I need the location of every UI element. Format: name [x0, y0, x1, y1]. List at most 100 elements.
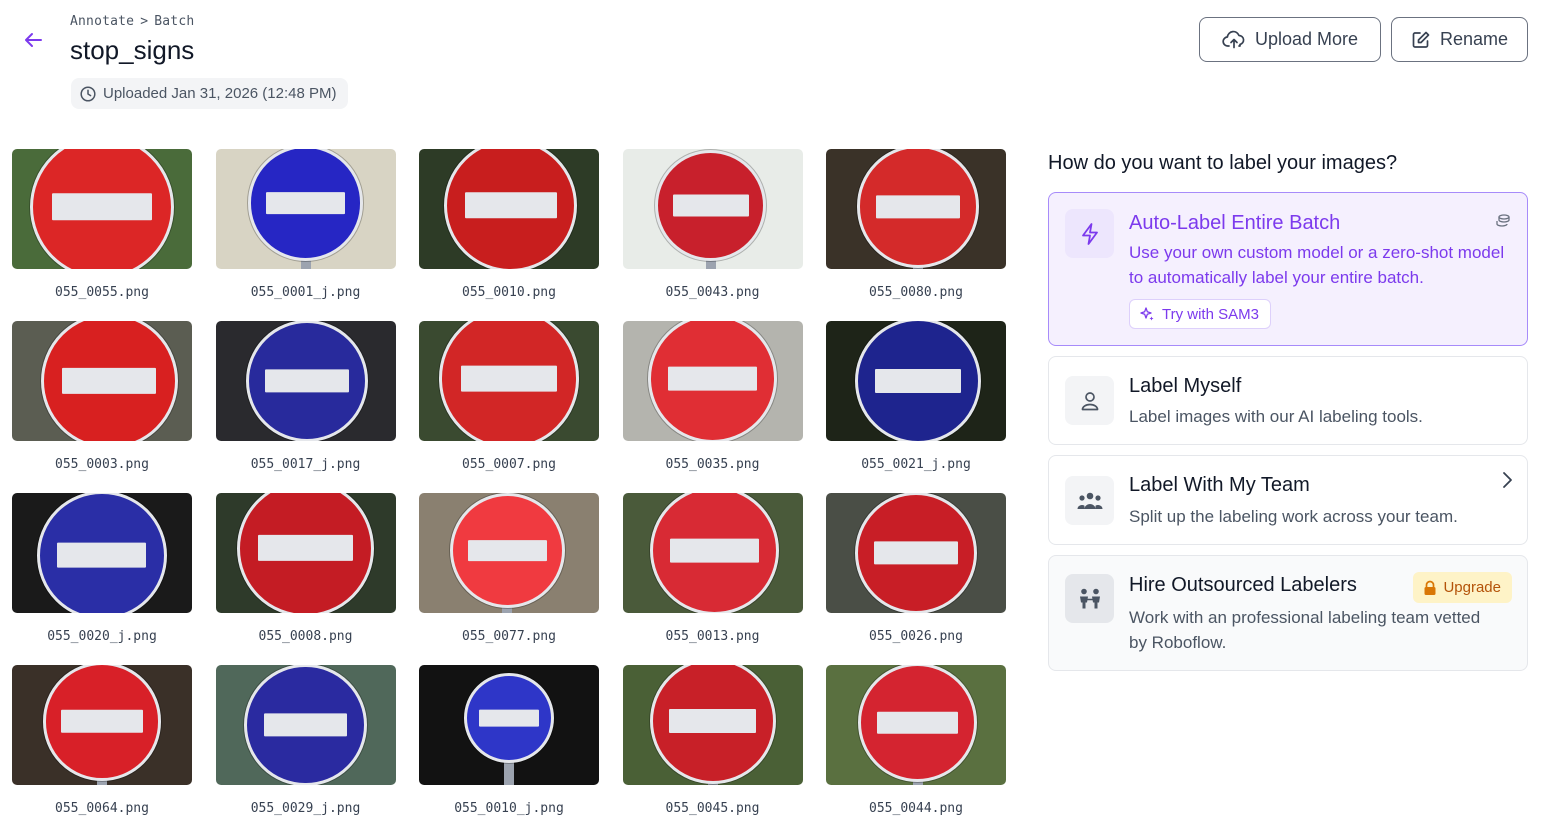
rename-button[interactable]: Rename	[1391, 17, 1528, 62]
label-myself-card[interactable]: Label Myself Label images with our AI la…	[1048, 356, 1528, 445]
labeling-question: How do you want to label your images?	[1048, 152, 1398, 174]
sign-bar	[875, 194, 960, 219]
label-myself-icon-box	[1065, 376, 1114, 425]
image-thumbnail	[215, 321, 396, 441]
sign-disc	[647, 321, 778, 441]
image-thumbnail	[12, 665, 192, 785]
back-button[interactable]	[20, 28, 46, 52]
image-filename: 055_0043.png	[665, 285, 760, 300]
credits-icon	[1496, 214, 1510, 227]
clock-icon	[80, 85, 96, 102]
image-filename: 055_0055.png	[55, 285, 149, 300]
try-sam3-button[interactable]: Try with SAM3	[1129, 299, 1271, 329]
image-thumbnail	[826, 321, 1006, 441]
image-thumbnail	[419, 493, 599, 613]
sign-bar	[874, 541, 958, 565]
image-tile[interactable]: 055_0045.png	[622, 665, 803, 816]
image-tile[interactable]: 055_0017_j.png	[215, 321, 396, 472]
image-tile[interactable]: 055_0001_j.png	[215, 149, 396, 300]
auto-label-description: Use your own custom model or a zero-shot…	[1129, 243, 1505, 287]
image-thumbnail	[12, 149, 192, 269]
breadcrumb: Annotate > Batch	[70, 14, 194, 29]
cloud-upload-icon	[1222, 30, 1245, 48]
sign-bar	[460, 365, 558, 393]
sign-bar	[258, 535, 353, 562]
sign-disc	[854, 493, 978, 613]
breadcrumb-annotate[interactable]: Annotate	[70, 14, 134, 29]
image-tile[interactable]: 055_0035.png	[622, 321, 803, 472]
edit-icon	[1412, 31, 1430, 48]
image-thumbnail	[826, 149, 1006, 269]
image-filename: 055_0021_j.png	[861, 457, 971, 472]
sign-disc	[649, 493, 780, 613]
image-grid: 055_0055.png 055_0001_j.png 055_0010.png…	[12, 149, 1006, 816]
sign-disc	[649, 665, 776, 785]
image-tile[interactable]: 055_0007.png	[419, 321, 599, 472]
team-icon	[1077, 492, 1102, 509]
user-icon	[1081, 391, 1098, 410]
image-filename: 055_0020_j.png	[47, 629, 157, 644]
sign-bar	[61, 710, 143, 733]
image-tile[interactable]: 055_0008.png	[215, 493, 396, 644]
sign-bar	[877, 711, 959, 734]
sign-bar	[265, 369, 350, 393]
image-thumbnail	[419, 321, 599, 441]
image-tile[interactable]: 055_0044.png	[826, 665, 1006, 816]
image-thumbnail	[826, 493, 1006, 613]
rename-label: Rename	[1439, 29, 1509, 49]
image-thumbnail	[419, 149, 599, 269]
sign-disc	[854, 321, 981, 441]
sign-bar	[62, 367, 157, 395]
image-thumbnail	[12, 493, 192, 613]
sign-bar	[464, 192, 557, 219]
image-filename: 055_0035.png	[665, 457, 760, 472]
image-tile[interactable]: 055_0064.png	[12, 665, 192, 816]
sign-disc	[464, 672, 554, 763]
hire-labelers-title: Hire Outsourced Labelers	[1129, 574, 1357, 596]
image-tile[interactable]: 055_0010_j.png	[419, 665, 599, 816]
auto-label-card[interactable]: Auto-Label Entire Batch Use your own cus…	[1048, 192, 1528, 346]
label-with-team-description: Split up the labeling work across your t…	[1129, 507, 1458, 526]
sign-bar	[52, 192, 152, 221]
image-tile[interactable]: 055_0043.png	[622, 149, 803, 300]
image-tile[interactable]: 055_0080.png	[826, 149, 1006, 300]
image-tile[interactable]: 055_0003.png	[12, 321, 192, 472]
image-tile[interactable]: 055_0029_j.png	[215, 665, 396, 816]
image-filename: 055_0010.png	[462, 285, 556, 300]
auto-label-icon-box	[1065, 209, 1114, 258]
image-thumbnail	[215, 665, 396, 785]
image-thumbnail	[622, 493, 803, 613]
image-filename: 055_0007.png	[462, 457, 556, 472]
image-tile[interactable]: 055_0021_j.png	[826, 321, 1006, 472]
breadcrumb-batch: Batch	[154, 14, 195, 29]
upgrade-badge[interactable]: Upgrade	[1413, 572, 1512, 603]
label-myself-title: Label Myself	[1129, 375, 1242, 397]
hire-labelers-icon-box	[1065, 574, 1114, 623]
image-thumbnail	[622, 321, 803, 441]
image-tile[interactable]: 055_0013.png	[622, 493, 803, 644]
label-with-team-icon-box	[1065, 476, 1114, 525]
upload-more-label: Upload More	[1254, 29, 1359, 49]
label-with-team-card[interactable]: Label With My Team Split up the labeling…	[1048, 455, 1528, 545]
upload-more-button[interactable]: Upload More	[1199, 17, 1381, 62]
image-filename: 055_0013.png	[665, 629, 760, 644]
sign-bar	[467, 539, 547, 562]
image-tile[interactable]: 055_0055.png	[12, 149, 192, 300]
image-thumbnail	[12, 321, 192, 441]
label-myself-description: Label images with our AI labeling tools.	[1129, 407, 1423, 426]
image-thumbnail	[826, 665, 1006, 785]
image-filename: 055_0017_j.png	[250, 457, 361, 472]
sign-disc	[30, 149, 174, 269]
sign-disc	[42, 665, 162, 781]
image-tile[interactable]: 055_0020_j.png	[12, 493, 192, 644]
hire-labelers-description: Work with an professional labeling team …	[1129, 608, 1481, 652]
sign-disc	[654, 149, 767, 262]
upload-date-text: Uploaded Jan 31, 2026 (12:48 PM)	[103, 85, 337, 102]
sign-bar	[266, 192, 345, 214]
image-tile[interactable]: 055_0077.png	[419, 493, 599, 644]
image-thumbnail	[622, 149, 803, 269]
image-tile[interactable]: 055_0010.png	[419, 149, 599, 300]
image-tile[interactable]: 055_0026.png	[826, 493, 1006, 644]
hire-labelers-card[interactable]: Hire Outsourced Labelers Work with an pr…	[1048, 555, 1528, 671]
image-filename: 055_0010_j.png	[454, 801, 564, 816]
